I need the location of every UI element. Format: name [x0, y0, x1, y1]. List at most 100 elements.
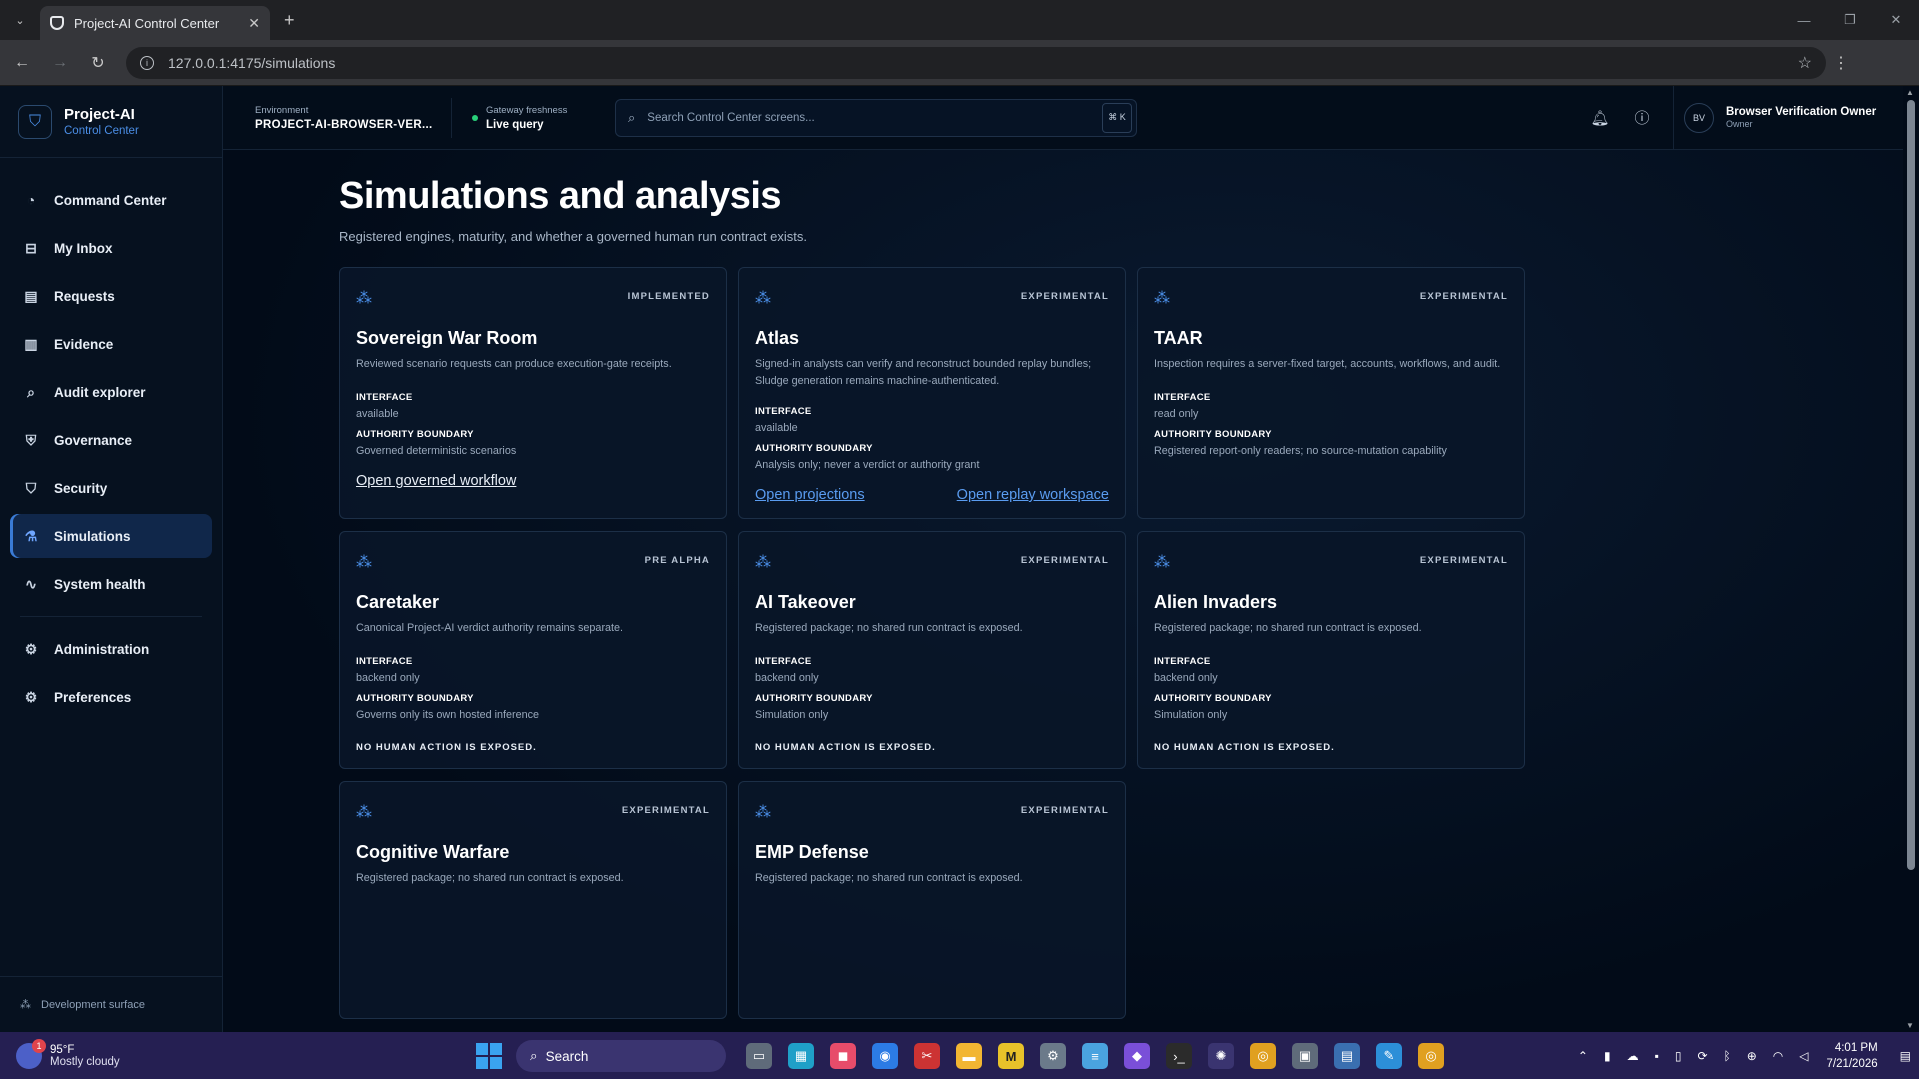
open-replay-workspace-link[interactable]: Open replay workspace: [957, 487, 1109, 503]
task-view-icon[interactable]: ▭: [746, 1043, 772, 1069]
sidebar-item-evidence[interactable]: ▥ Evidence: [10, 322, 212, 366]
interface-field: INTERFACE backend only: [356, 656, 420, 684]
cluster-icon: ⁂: [755, 290, 771, 307]
gear-icon: ⚙: [24, 688, 38, 705]
status-badge: EXPERIMENTAL: [1419, 555, 1508, 566]
folder-icon[interactable]: ▤: [1334, 1043, 1360, 1069]
reload-icon[interactable]: ↻: [82, 47, 114, 79]
interface-value: backend only: [356, 672, 420, 684]
snipping-icon[interactable]: ✂: [914, 1043, 940, 1069]
sidebar-item-my-inbox[interactable]: ⊟ My Inbox: [10, 226, 212, 270]
copilot-icon[interactable]: ◆: [1124, 1043, 1150, 1069]
search-input[interactable]: ⌕ Search Control Center screens... ⌘ K: [615, 98, 1137, 137]
cluster-icon: ⁂: [1154, 554, 1170, 571]
weather-icon: 1: [16, 1038, 46, 1069]
chevron-up-icon[interactable]: ⌃: [1578, 1049, 1588, 1063]
help-icon[interactable]: ⓘ: [1621, 107, 1663, 128]
sidebar-item-administration[interactable]: ⚙ Administration: [10, 627, 212, 671]
shield-icon: ⛉: [25, 479, 37, 496]
volume-icon[interactable]: ◁: [1799, 1049, 1808, 1063]
page-scrollbar[interactable]: ▲ ▼: [1903, 86, 1919, 1032]
battery-icon[interactable]: ▯: [1675, 1049, 1682, 1063]
paint-icon[interactable]: ✎: [1376, 1043, 1402, 1069]
authority-value: Governed deterministic scenarios: [356, 445, 517, 457]
taskbar-search[interactable]: ⌕ Search: [516, 1040, 726, 1072]
sidebar-item-label: Governance: [54, 432, 133, 448]
clock[interactable]: 4:01 PM 7/21/2026: [1826, 1040, 1877, 1072]
gear-icon: ⚙: [24, 640, 38, 657]
site-info-icon[interactable]: i: [140, 55, 154, 70]
simulation-card-caretaker: ⁂ PRE ALPHA Caretaker Canonical Project-…: [339, 531, 727, 769]
remote-desktop-icon[interactable]: ▣: [1292, 1043, 1318, 1069]
minimize-icon[interactable]: —: [1781, 0, 1827, 40]
notification-icon[interactable]: ▤: [1900, 1049, 1911, 1063]
back-arrow-icon[interactable]: ←: [6, 47, 38, 79]
sidebar-item-governance[interactable]: ⛨ Governance: [10, 418, 212, 462]
chatgpt-icon[interactable]: ✺: [1208, 1043, 1234, 1069]
m-app-icon[interactable]: M: [998, 1043, 1024, 1069]
close-tab-icon[interactable]: ✕: [248, 15, 260, 32]
tab-search-chevron-icon[interactable]: ⌄: [10, 10, 30, 30]
wifi-icon[interactable]: ◠: [1773, 1049, 1783, 1063]
sidebar-item-simulations[interactable]: ⚗ Simulations: [10, 514, 212, 558]
usb-icon[interactable]: ▮: [1604, 1049, 1611, 1063]
forward-arrow-icon[interactable]: →: [44, 47, 76, 79]
sidebar-item-security[interactable]: ⛉ Security: [10, 466, 212, 510]
terminal-icon[interactable]: ›_: [1166, 1043, 1192, 1069]
cluster-icon: ⁂: [755, 554, 771, 571]
freshness-value: Live query: [486, 118, 544, 131]
chrome-icon[interactable]: ◎: [1418, 1043, 1444, 1069]
new-tab-icon[interactable]: +: [284, 10, 295, 31]
restore-icon[interactable]: ❐: [1827, 0, 1873, 40]
environment-selector[interactable]: Environment PROJECT-AI-BROWSER-VER...: [223, 105, 451, 131]
interface-value: backend only: [755, 672, 819, 684]
card-description: Registered package; no shared run contra…: [356, 872, 624, 884]
notepad-icon[interactable]: ≡: [1082, 1043, 1108, 1069]
windows-start-icon[interactable]: [476, 1043, 502, 1069]
card-title: Atlas: [755, 328, 800, 348]
interface-field: INTERFACE available: [356, 392, 413, 420]
open-projections-link[interactable]: Open projections: [755, 487, 865, 503]
url-field[interactable]: i 127.0.0.1:4175/simulations ☆: [126, 46, 1826, 79]
bell-icon[interactable]: 🔔︎: [1579, 109, 1621, 127]
status-badge: EXPERIMENTAL: [1020, 555, 1109, 566]
settings-gear-icon[interactable]: ⚙: [1040, 1043, 1066, 1069]
card-title: TAAR: [1154, 328, 1203, 348]
update-icon[interactable]: ⟳: [1697, 1049, 1707, 1063]
weather-widget[interactable]: 1 95°F Mostly cloudy: [0, 1038, 300, 1069]
language-icon[interactable]: ⊕: [1747, 1049, 1757, 1063]
interface-field: INTERFACE backend only: [1154, 656, 1218, 684]
brand[interactable]: ⛉ Project-AI Control Center: [0, 86, 222, 158]
defender-icon[interactable]: ▪: [1655, 1049, 1659, 1063]
close-window-icon[interactable]: ✕: [1873, 0, 1919, 40]
simulation-card-cognitive-warfare: ⁂ EXPERIMENTAL Cognitive Warfare Registe…: [339, 781, 727, 1019]
bookmark-star-icon[interactable]: ☆: [1798, 53, 1812, 73]
authority-value: Governs only its own hosted inference: [356, 709, 540, 721]
edge-icon[interactable]: ◉: [872, 1043, 898, 1069]
weather-desc: Mostly cloudy: [50, 1055, 120, 1068]
sidebar-item-system-health[interactable]: ∿ System health: [10, 562, 212, 606]
card-title: AI Takeover: [755, 592, 856, 612]
store-icon[interactable]: ◼: [830, 1043, 856, 1069]
authority-field: AUTHORITY BOUNDARY Governs only its own …: [356, 693, 539, 721]
scrollbar-thumb[interactable]: [1907, 100, 1915, 870]
authority-field: AUTHORITY BOUNDARY Simulation only: [1154, 693, 1272, 721]
file-explorer-icon[interactable]: ▬: [956, 1043, 982, 1069]
sidebar-item-command-center[interactable]: ◔ Command Center: [10, 178, 212, 222]
taskbar-apps: ⌕ Search ▭ ▦ ◼ ◉ ✂ ▬ M ⚙ ≡ ◆ ›_ ✺ ◎ ▣ ▤ ✎…: [476, 1040, 1452, 1072]
chrome-icon[interactable]: ◎: [1250, 1043, 1276, 1069]
scroll-up-icon[interactable]: ▲: [1906, 88, 1914, 97]
sidebar-item-audit-explorer[interactable]: ⌕ Audit explorer: [10, 370, 212, 414]
sidebar-item-preferences[interactable]: ⚙ Preferences: [10, 675, 212, 719]
browser-tab[interactable]: Project-AI Control Center ✕: [40, 6, 270, 40]
widgets-icon[interactable]: ▦: [788, 1043, 814, 1069]
browser-menu-icon[interactable]: ⋮: [1826, 53, 1856, 73]
bluetooth-icon[interactable]: ᛒ: [1724, 1049, 1731, 1063]
top-bar: Environment PROJECT-AI-BROWSER-VER... Ga…: [223, 85, 1903, 150]
sidebar-item-requests[interactable]: ▤ Requests: [10, 274, 212, 318]
scroll-down-icon[interactable]: ▼: [1906, 1021, 1914, 1030]
shortcut-badge: ⌘ K: [1102, 102, 1132, 133]
user-menu[interactable]: BV Browser Verification Owner Owner: [1673, 85, 1903, 150]
open-governed-workflow-link[interactable]: Open governed workflow: [356, 473, 516, 489]
cloud-icon[interactable]: ☁: [1627, 1049, 1639, 1063]
